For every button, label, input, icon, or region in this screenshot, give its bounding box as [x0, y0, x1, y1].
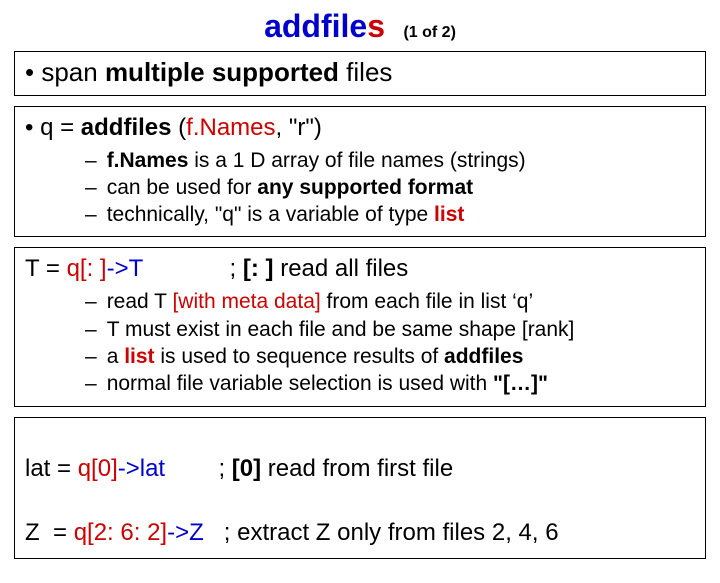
txt: ->lat: [118, 455, 165, 482]
list-item: normal file variable selection is used w…: [85, 370, 695, 397]
span-pre: • span: [25, 57, 105, 87]
txt: [204, 519, 224, 546]
txt: normal file variable selection is used w…: [107, 372, 493, 395]
txt: addfiles: [444, 345, 523, 368]
txt: [143, 255, 230, 282]
span-line: • span multiple supported files: [25, 56, 695, 89]
txt: [165, 455, 218, 482]
index-line-1: lat = q[0]->lat ; [0] read from first fi…: [25, 424, 695, 484]
txt: [0]: [232, 455, 261, 482]
paren-open: (: [171, 114, 186, 141]
box-assign: • q = addfiles (f.Names, "r") f.Names is…: [14, 106, 706, 238]
txt: is used to sequence results of: [155, 345, 445, 368]
assign-rest: , "r"): [276, 114, 322, 141]
list-item: read T [with meta data] from each file i…: [85, 288, 695, 315]
txt: can be used for: [107, 176, 258, 199]
txt: ->T: [107, 255, 143, 282]
txt: a: [107, 345, 125, 368]
list-item: T must exist in each file and be same sh…: [85, 316, 695, 343]
read-sublist: read T [with meta data] from each file i…: [85, 288, 695, 397]
txt: q[: ]: [67, 255, 107, 282]
txt: [: ]: [243, 255, 274, 282]
span-post: files: [339, 57, 392, 87]
txt: "[…]": [493, 372, 548, 395]
index-line-2: Z = q[2: 6: 2]->Z ; extract Z only from …: [25, 488, 695, 548]
list-item: can be used for any supported format: [85, 174, 695, 201]
txt: read all files: [274, 255, 409, 282]
slide: addfiles (1 of 2) • span multiple suppor…: [0, 0, 720, 583]
span-bold: multiple supported: [105, 57, 339, 87]
assign-fn: addfiles: [81, 114, 172, 141]
assign-arg: f.Names: [186, 114, 275, 141]
assign-line: • q = addfiles (f.Names, "r"): [25, 113, 695, 143]
list-item: f.Names is a 1 D array of file names (st…: [85, 147, 695, 174]
txt: is a 1 D array of file names (strings): [188, 149, 525, 172]
txt: T must exist in each file and be same sh…: [107, 318, 575, 341]
assign-sublist: f.Names is a 1 D array of file names (st…: [85, 147, 695, 229]
txt: technically, "q" is a variable of type: [107, 203, 434, 226]
txt: list: [124, 345, 154, 368]
txt: from each file in list ‘q’: [321, 290, 533, 313]
txt: f.Names: [107, 149, 189, 172]
txt: T =: [25, 255, 67, 282]
txt: q[2: 6: 2]: [74, 519, 167, 546]
read-line: T = q[: ]->T ; [: ] read all files: [25, 254, 695, 284]
box-read: T = q[: ]->T ; [: ] read all files read …: [14, 247, 706, 406]
box-index: lat = q[0]->lat ; [0] read from first fi…: [14, 417, 706, 559]
txt: q[0]: [78, 455, 118, 482]
title-suffix: s: [367, 8, 385, 44]
txt: read from first file: [261, 455, 453, 482]
txt: ;: [230, 255, 243, 282]
txt: any supported format: [257, 176, 473, 199]
title-row: addfiles (1 of 2): [14, 8, 706, 45]
txt: read T: [107, 290, 173, 313]
txt: [with meta data]: [172, 290, 320, 313]
box-span: • span multiple supported files: [14, 51, 706, 96]
pager: (1 of 2): [403, 24, 455, 41]
list-item: a list is used to sequence results of ad…: [85, 343, 695, 370]
txt: lat =: [25, 455, 78, 482]
txt: ;: [218, 455, 231, 482]
list-item: technically, "q" is a variable of type l…: [85, 201, 695, 228]
txt: list: [434, 203, 464, 226]
txt: ->Z: [167, 519, 204, 546]
txt: ; extract Z only from files 2, 4, 6: [224, 519, 559, 546]
txt: Z =: [25, 519, 74, 546]
assign-pre: • q =: [25, 114, 81, 141]
title-main: addfile: [264, 8, 367, 44]
